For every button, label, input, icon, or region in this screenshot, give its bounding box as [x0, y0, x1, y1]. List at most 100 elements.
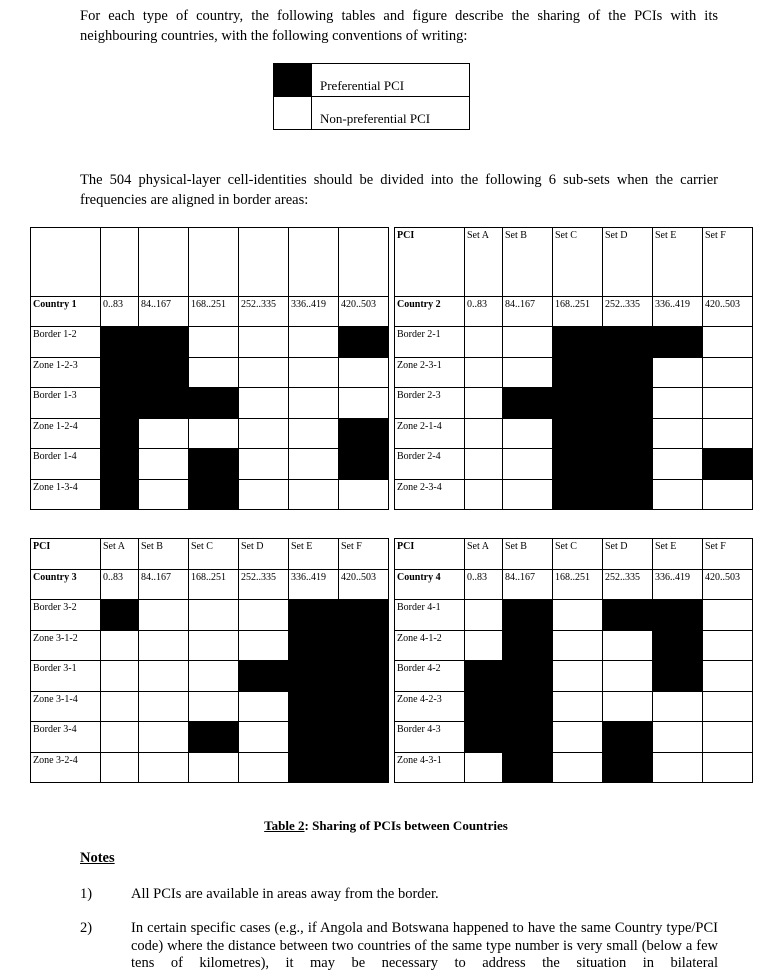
non-preferential-pci-cell	[464, 448, 503, 480]
preferential-pci-cell	[100, 326, 139, 358]
table-row: Border 3-2	[30, 599, 389, 631]
pci-range-cell: 252..335	[238, 569, 289, 600]
non-preferential-pci-cell	[238, 629, 289, 661]
preferential-pci-cell	[502, 690, 553, 722]
set-label-cell: Set B	[138, 538, 189, 570]
preferential-pci-cell	[338, 660, 389, 692]
set-header-row: PCI Set A Set B Set C Set D Set E Set F	[394, 227, 753, 297]
preferential-pci-cell	[100, 478, 139, 510]
non-preferential-pci-cell	[552, 690, 603, 722]
pci-range-cell: 168..251	[552, 569, 603, 600]
non-preferential-pci-cell	[238, 599, 289, 631]
preferential-pci-cell	[338, 326, 389, 358]
non-preferential-pci-cell	[100, 721, 139, 753]
pci-header-cell: PCI	[394, 538, 465, 570]
preferential-pci-cell	[288, 690, 339, 722]
non-preferential-pci-cell	[502, 448, 553, 480]
non-preferential-pci-cell	[188, 690, 239, 722]
preferential-pci-cell	[552, 417, 603, 449]
preferential-pci-cell	[188, 387, 239, 419]
non-preferential-pci-cell	[652, 417, 703, 449]
note-text: All PCIs are available in areas away fro…	[131, 886, 439, 902]
non-preferential-pci-cell	[502, 417, 553, 449]
set-label-cell	[138, 227, 189, 297]
non-preferential-pci-cell	[188, 356, 239, 388]
non-preferential-pci-cell	[702, 599, 753, 631]
preferential-pci-cell	[288, 721, 339, 753]
preferential-pci-cell	[652, 599, 703, 631]
non-preferential-pci-cell	[238, 478, 289, 510]
non-preferential-pci-cell	[338, 387, 389, 419]
set-label-cell: Set D	[238, 538, 289, 570]
table-row: Zone 4-3-1	[394, 751, 753, 783]
non-preferential-pci-cell	[288, 326, 339, 358]
preferential-pci-cell	[288, 660, 339, 692]
preferential-pci-cell	[702, 448, 753, 480]
set-label-cell: Set F	[338, 538, 389, 570]
area-label-cell: Zone 1-2-4	[30, 417, 101, 449]
non-preferential-pci-cell	[502, 478, 553, 510]
legend: Preferential PCI Non-preferential PCI	[273, 63, 470, 130]
preferential-pci-cell	[602, 721, 653, 753]
table-row: Zone 1-2-4	[30, 417, 389, 449]
non-preferential-pci-cell	[288, 356, 339, 388]
area-label-cell: Zone 2-1-4	[394, 417, 465, 449]
country-1-table: Country 1 0..83 84..167 168..251 252..335 336…	[30, 227, 389, 510]
notes-heading: Notes	[80, 850, 115, 866]
preferential-pci-cell	[502, 629, 553, 661]
range-header-row: Country 4 0..83 84..167 168..251 252..335 336…	[394, 569, 753, 600]
table-row: Zone 2-3-4	[394, 478, 753, 510]
non-preferential-pci-cell	[652, 448, 703, 480]
non-preferential-pci-cell	[138, 448, 189, 480]
preferential-pci-cell	[602, 478, 653, 510]
pci-range-cell: 420..503	[338, 569, 389, 600]
set-label-cell: Set C	[552, 227, 603, 297]
pci-range-cell: 168..251	[188, 296, 239, 327]
pci-range-cell: 168..251	[188, 569, 239, 600]
table-row: Zone 1-3-4	[30, 478, 389, 510]
non-preferential-pci-cell	[238, 721, 289, 753]
non-preferential-pci-cell	[552, 599, 603, 631]
set-header-row: PCI Set A Set B Set C Set D Set E Set F	[394, 538, 753, 570]
range-header-row: Country 1 0..83 84..167 168..251 252..335 336…	[30, 296, 389, 327]
non-preferential-pci-cell	[464, 629, 503, 661]
preferential-pci-cell	[138, 387, 189, 419]
table-row: Zone 2-3-1	[394, 356, 753, 388]
area-label-cell: Zone 2-3-4	[394, 478, 465, 510]
table-row: Zone 3-1-4	[30, 690, 389, 722]
non-preferential-pci-cell	[464, 478, 503, 510]
non-preferential-pci-cell	[188, 599, 239, 631]
non-preferential-pci-cell	[652, 721, 703, 753]
non-preferential-pci-cell	[288, 448, 339, 480]
preferential-pci-cell	[138, 356, 189, 388]
pci-range-cell: 0..83	[464, 296, 503, 327]
non-preferential-pci-cell	[464, 751, 503, 783]
note-number: 2)	[80, 920, 93, 936]
set-label-cell: Set A	[464, 538, 503, 570]
preferential-pci-cell	[552, 448, 603, 480]
range-header-row: Country 2 0..83 84..167 168..251 252..335 336…	[394, 296, 753, 327]
table-row: Zone 2-1-4	[394, 417, 753, 449]
non-preferential-pci-cell	[702, 478, 753, 510]
non-preferential-pci-cell	[338, 478, 389, 510]
preferential-pci-cell	[552, 478, 603, 510]
country-label-cell: Country 4	[394, 569, 465, 600]
pci-range-cell: 336..419	[652, 569, 703, 600]
preferential-pci-cell	[338, 721, 389, 753]
range-header-row: Country 3 0..83 84..167 168..251 252..335 336…	[30, 569, 389, 600]
preferential-pci-cell	[502, 599, 553, 631]
pci-range-cell: 0..83	[100, 569, 139, 600]
area-label-cell: Border 3-1	[30, 660, 101, 692]
preferential-pci-cell	[502, 721, 553, 753]
table-row: Zone 1-2-3	[30, 356, 389, 388]
preferential-pci-cell	[338, 599, 389, 631]
non-preferential-pci-cell	[100, 629, 139, 661]
non-preferential-pci-cell	[188, 751, 239, 783]
non-preferential-pci-cell	[338, 356, 389, 388]
pci-range-cell: 336..419	[288, 569, 339, 600]
pci-range-cell: 336..419	[652, 296, 703, 327]
pci-range-cell: 252..335	[602, 296, 653, 327]
set-label-cell: Set C	[188, 538, 239, 570]
non-preferential-pci-cell	[702, 326, 753, 358]
set-label-cell: Set B	[502, 227, 553, 297]
